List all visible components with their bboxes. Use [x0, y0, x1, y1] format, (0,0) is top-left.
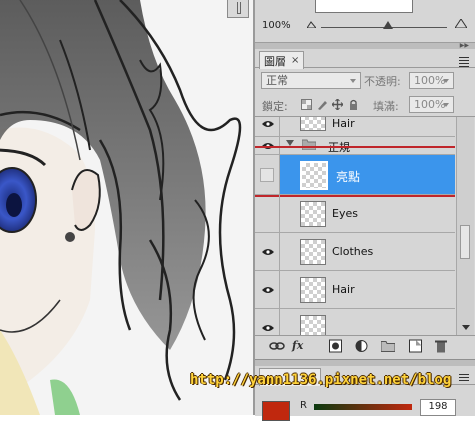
chevron-down-icon [350, 79, 356, 83]
red-channel-slider[interactable] [314, 404, 412, 410]
layer-thumbnail [300, 239, 326, 265]
fill-field[interactable]: 100% [409, 96, 454, 113]
red-channel-label: R [300, 400, 307, 411]
trash-icon[interactable] [435, 339, 447, 353]
layer-thumbnail [300, 201, 326, 227]
navigator-panel: 100% [255, 0, 475, 43]
foreground-color-swatch[interactable] [262, 401, 290, 421]
watermark-url: http://yann1136.pixnet.net/blog [190, 372, 452, 388]
layer-thumbnail [300, 277, 326, 303]
zoom-in-icon[interactable] [455, 19, 467, 28]
visibility-cell[interactable] [255, 271, 280, 308]
right-panel-dock: 100% ▶▶ 圖層 × 正常 不透明: 100% 鎖定: 填滿: 100% H… [253, 0, 475, 421]
visibility-cell[interactable] [255, 195, 280, 232]
highlight-annotation-box [255, 146, 455, 197]
eye-icon [262, 287, 274, 293]
layer-thumbnail [300, 117, 326, 131]
lock-pixels-icon[interactable] [317, 99, 328, 110]
zoom-value[interactable]: 100% [262, 20, 291, 31]
layer-row-eyes[interactable]: Eyes [255, 195, 455, 233]
panel-grip-tab[interactable] [227, 0, 249, 18]
layer-name: Hair [332, 117, 355, 130]
lock-all-icon[interactable] [348, 99, 359, 110]
tab-layers[interactable]: 圖層 × [259, 51, 305, 69]
visibility-cell[interactable] [255, 309, 280, 335]
zoom-out-icon[interactable] [307, 21, 316, 28]
visibility-cell[interactable] [255, 117, 280, 136]
layer-row-hair-top[interactable]: Hair [255, 117, 455, 137]
link-icon[interactable] [269, 339, 285, 353]
lock-row: 鎖定: 填滿: 100% [255, 92, 475, 117]
layer-list: Hair 正規 亮點 Eyes Clothes Hair [255, 117, 455, 335]
layer-name: Eyes [332, 207, 358, 220]
layer-thumbnail [300, 315, 326, 335]
lock-position-icon[interactable] [332, 99, 343, 110]
new-layer-icon[interactable] [409, 339, 422, 353]
adjustment-icon[interactable] [355, 339, 368, 353]
opacity-field[interactable]: 100% [409, 72, 454, 89]
opacity-value: 100% [414, 74, 446, 87]
red-channel-value[interactable]: 198 [420, 399, 456, 416]
layer-buttons-bar: fx [255, 335, 475, 357]
layer-row-clothes[interactable]: Clothes [255, 233, 455, 271]
layer-list-scrollbar[interactable] [456, 117, 474, 335]
visibility-cell[interactable] [255, 233, 280, 270]
grip-icon [237, 2, 241, 14]
scrollbar-thumb[interactable] [460, 225, 470, 259]
mask-icon[interactable] [329, 339, 342, 353]
chevron-down-icon [443, 79, 449, 83]
eye-icon [262, 121, 274, 127]
layer-name: Hair [332, 283, 355, 296]
document-canvas[interactable] [0, 0, 253, 415]
chevron-down-icon [443, 103, 449, 107]
panel-menu-icon[interactable] [459, 55, 469, 67]
tab-layers-label: 圖層 [264, 54, 286, 68]
navigator-preview[interactable] [315, 0, 413, 13]
group-icon[interactable] [381, 339, 395, 353]
scroll-down-icon[interactable] [462, 325, 470, 330]
eye-icon [262, 325, 274, 331]
layer-row-highlight[interactable]: 亮點 [255, 146, 455, 197]
blend-mode-dropdown[interactable]: 正常 [261, 72, 361, 89]
zoom-slider-thumb[interactable] [383, 21, 393, 29]
layer-row-hair[interactable]: Hair [255, 271, 455, 309]
eye-icon [262, 249, 274, 255]
fill-value: 100% [414, 98, 446, 111]
panel-menu-icon[interactable] [459, 372, 469, 381]
layers-tab-row: 圖層 × [255, 49, 475, 69]
sketch-artwork [0, 0, 253, 415]
blend-mode-value: 正常 [266, 74, 288, 87]
opacity-label: 不透明: [364, 75, 401, 88]
fx-icon[interactable]: fx [292, 339, 303, 353]
lock-transparency-icon[interactable] [301, 99, 312, 110]
layer-row-partial[interactable] [255, 309, 455, 335]
lock-label: 鎖定: [262, 100, 288, 113]
layer-name: Clothes [332, 245, 374, 258]
fill-label: 填滿: [373, 100, 399, 113]
close-icon[interactable]: × [291, 55, 299, 66]
layers-panel: ▶▶ 圖層 × 正常 不透明: 100% 鎖定: 填滿: 100% Hair 正… [255, 43, 475, 357]
